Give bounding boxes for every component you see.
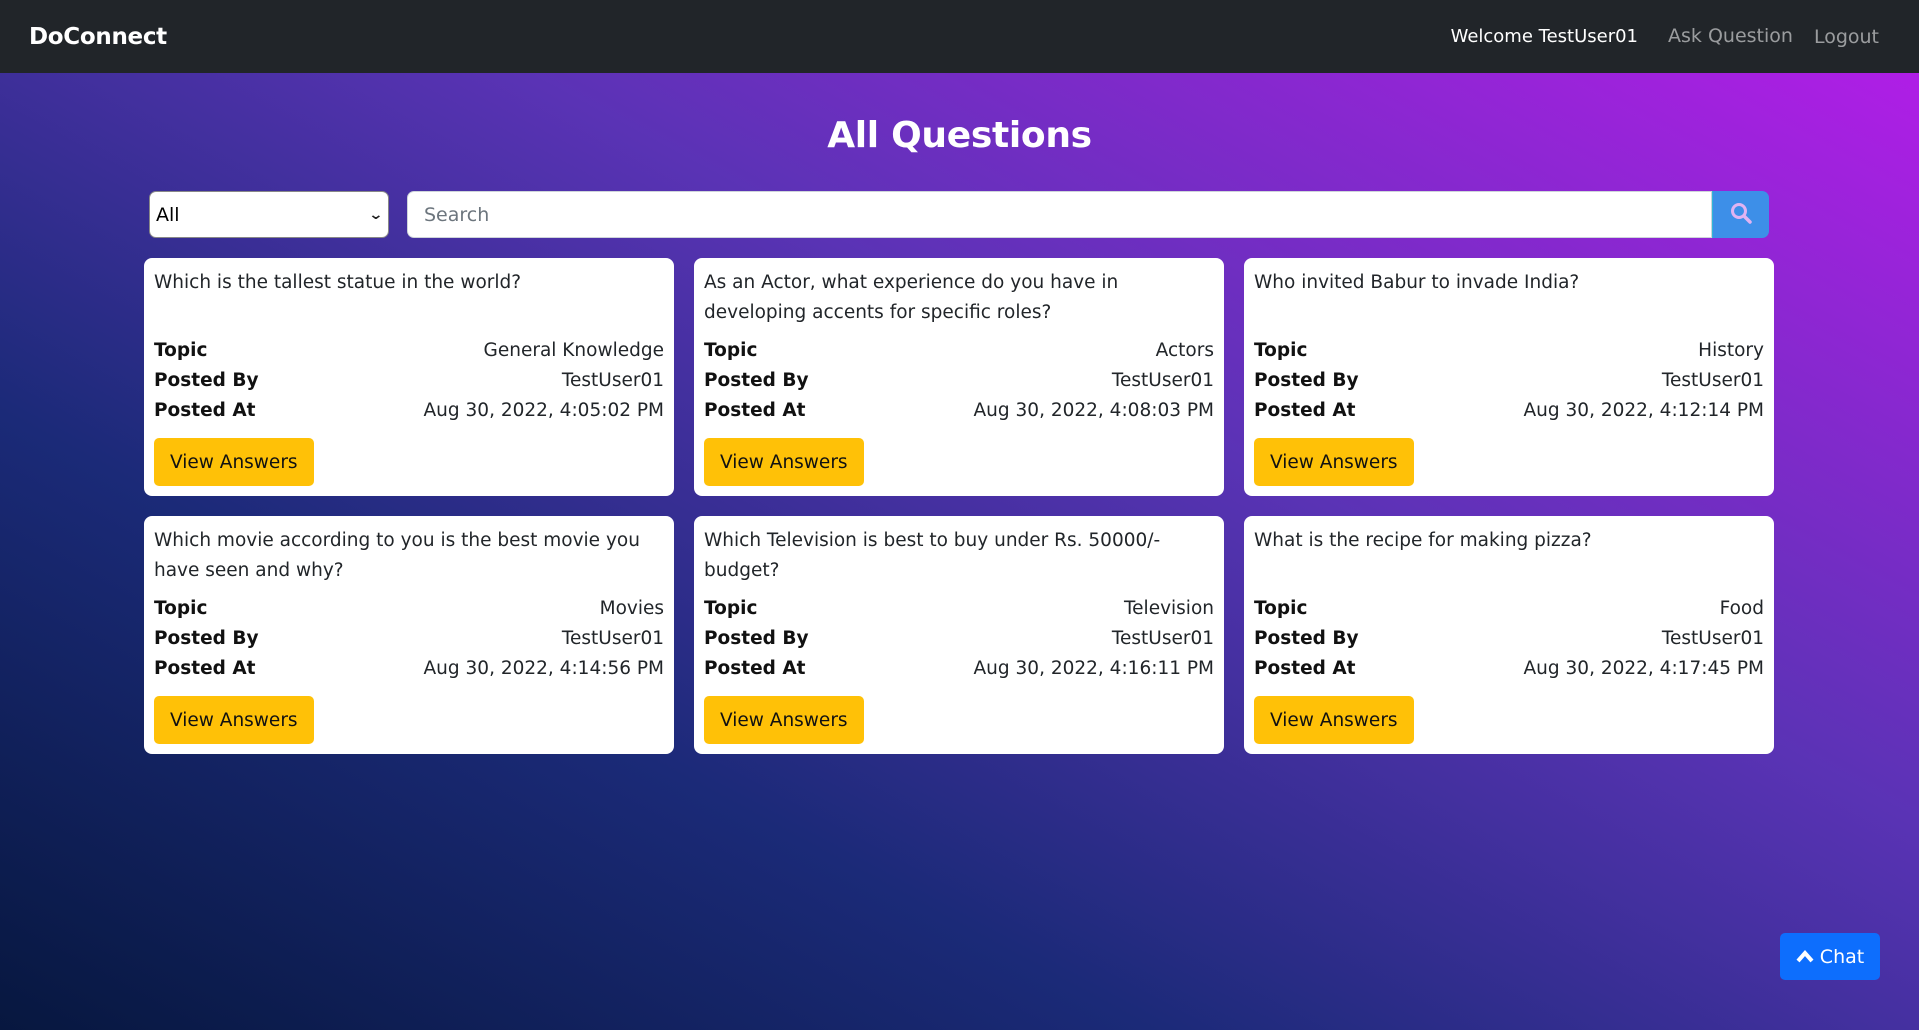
posted-at-value: Aug 30, 2022, 4:16:11 PM	[973, 658, 1214, 679]
topic-label: Topic	[1254, 598, 1308, 619]
posted-at-row: Posted At Aug 30, 2022, 4:05:02 PM	[154, 396, 664, 426]
posted-by-row: Posted By TestUser01	[704, 366, 1214, 396]
topic-label: Topic	[154, 598, 208, 619]
question-card: Which movie according to you is the best…	[144, 516, 674, 754]
topic-value: Television	[1124, 598, 1214, 619]
topic-value: General Knowledge	[483, 340, 664, 361]
posted-by-row: Posted By TestUser01	[1254, 366, 1764, 396]
question-meta: Topic Television Posted By TestUser01 Post…	[704, 594, 1214, 684]
posted-by-label: Posted By	[704, 628, 809, 649]
posted-at-label: Posted At	[704, 658, 806, 679]
posted-at-row: Posted At Aug 30, 2022, 4:16:11 PM	[704, 654, 1214, 684]
welcome-text: Welcome TestUser01	[1450, 26, 1639, 47]
posted-at-value: Aug 30, 2022, 4:17:45 PM	[1523, 658, 1764, 679]
topic-value: Actors	[1155, 340, 1214, 361]
topic-value: History	[1698, 340, 1764, 361]
posted-by-value: TestUser01	[561, 628, 664, 649]
posted-at-value: Aug 30, 2022, 4:14:56 PM	[423, 658, 664, 679]
topic-row: Topic Actors	[704, 336, 1214, 366]
search-bar: All ⌄	[149, 191, 1769, 238]
topic-label: Topic	[1254, 340, 1308, 361]
chevron-up-icon	[1796, 946, 1814, 968]
topic-row: Topic Food	[1254, 594, 1764, 624]
posted-by-label: Posted By	[1254, 628, 1359, 649]
view-answers-button[interactable]: View Answers	[154, 438, 314, 486]
posted-by-value: TestUser01	[1661, 370, 1764, 391]
question-text: Which movie according to you is the best…	[154, 530, 640, 581]
posted-at-label: Posted At	[154, 658, 256, 679]
posted-by-value: TestUser01	[561, 370, 664, 391]
topic-label: Topic	[154, 340, 208, 361]
posted-by-value: TestUser01	[1111, 370, 1214, 391]
question-text: As an Actor, what experience do you have…	[704, 272, 1119, 323]
topic-select[interactable]: All ⌄	[149, 191, 389, 238]
view-answers-button[interactable]: View Answers	[1254, 438, 1414, 486]
posted-at-row: Posted At Aug 30, 2022, 4:12:14 PM	[1254, 396, 1764, 426]
question-meta: Topic General Knowledge Posted By TestUser…	[154, 336, 664, 426]
topic-row: Topic History	[1254, 336, 1764, 366]
question-card: Which is the tallest statue in the world…	[144, 258, 674, 496]
posted-by-label: Posted By	[154, 628, 259, 649]
posted-by-row: Posted By TestUser01	[1254, 624, 1764, 654]
posted-by-row: Posted By TestUser01	[154, 366, 664, 396]
view-answers-button[interactable]: View Answers	[704, 438, 864, 486]
posted-at-row: Posted At Aug 30, 2022, 4:17:45 PM	[1254, 654, 1764, 684]
page-title: All Questions	[827, 115, 1092, 156]
question-text: Which is the tallest statue in the world…	[154, 272, 522, 293]
question-text: What is the recipe for making pizza?	[1254, 530, 1592, 551]
topic-label: Topic	[704, 598, 758, 619]
question-meta: Topic Movies Posted By TestUser01 Posted A…	[154, 594, 664, 684]
search-button[interactable]	[1712, 191, 1769, 238]
question-card: As an Actor, what experience do you have…	[694, 258, 1224, 496]
posted-at-label: Posted At	[704, 400, 806, 421]
questions-grid: Which is the tallest statue in the world…	[144, 258, 1774, 754]
question-meta: Topic History Posted By TestUser01 Posted …	[1254, 336, 1764, 426]
posted-at-value: Aug 30, 2022, 4:12:14 PM	[1523, 400, 1764, 421]
topic-select-value: All	[156, 203, 180, 226]
topic-value: Food	[1719, 598, 1764, 619]
posted-by-value: TestUser01	[1111, 628, 1214, 649]
posted-at-row: Posted At Aug 30, 2022, 4:08:03 PM	[704, 396, 1214, 426]
question-card: What is the recipe for making pizza? Top…	[1244, 516, 1774, 754]
posted-at-label: Posted At	[154, 400, 256, 421]
view-answers-button[interactable]: View Answers	[1254, 696, 1414, 744]
topic-row: Topic Movies	[154, 594, 664, 624]
posted-at-label: Posted At	[1254, 400, 1356, 421]
brand-logo[interactable]: DoConnect	[29, 24, 167, 50]
ask-question-link[interactable]: Ask Question	[1668, 25, 1793, 47]
posted-at-value: Aug 30, 2022, 4:05:02 PM	[423, 400, 664, 421]
posted-by-value: TestUser01	[1661, 628, 1764, 649]
navbar: DoConnect Welcome TestUser01 Ask Questio…	[0, 0, 1919, 73]
posted-by-label: Posted By	[704, 370, 809, 391]
chat-button[interactable]: Chat	[1780, 933, 1880, 980]
chat-label: Chat	[1819, 945, 1865, 968]
question-text: Who invited Babur to invade India?	[1254, 272, 1580, 293]
posted-by-row: Posted By TestUser01	[704, 624, 1214, 654]
posted-by-label: Posted By	[154, 370, 259, 391]
question-text: Which Television is best to buy under Rs…	[704, 530, 1161, 581]
logout-link[interactable]: Logout	[1814, 26, 1879, 48]
view-answers-button[interactable]: View Answers	[154, 696, 314, 744]
topic-row: Topic Television	[704, 594, 1214, 624]
view-answers-button[interactable]: View Answers	[704, 696, 864, 744]
posted-at-value: Aug 30, 2022, 4:08:03 PM	[973, 400, 1214, 421]
nav-right: Welcome TestUser01 Ask Question Logout	[1450, 25, 1890, 48]
posted-by-row: Posted By TestUser01	[154, 624, 664, 654]
topic-row: Topic General Knowledge	[154, 336, 664, 366]
search-icon	[1729, 201, 1753, 229]
topic-value: Movies	[599, 598, 664, 619]
chevron-down-icon: ⌄	[368, 206, 384, 223]
question-card: Who invited Babur to invade India? Topic…	[1244, 258, 1774, 496]
search-input[interactable]	[407, 191, 1712, 238]
topic-label: Topic	[704, 340, 758, 361]
posted-at-label: Posted At	[1254, 658, 1356, 679]
question-meta: Topic Actors Posted By TestUser01 Posted A…	[704, 336, 1214, 426]
question-meta: Topic Food Posted By TestUser01 Posted At A…	[1254, 594, 1764, 684]
posted-by-label: Posted By	[1254, 370, 1359, 391]
posted-at-row: Posted At Aug 30, 2022, 4:14:56 PM	[154, 654, 664, 684]
question-card: Which Television is best to buy under Rs…	[694, 516, 1224, 754]
